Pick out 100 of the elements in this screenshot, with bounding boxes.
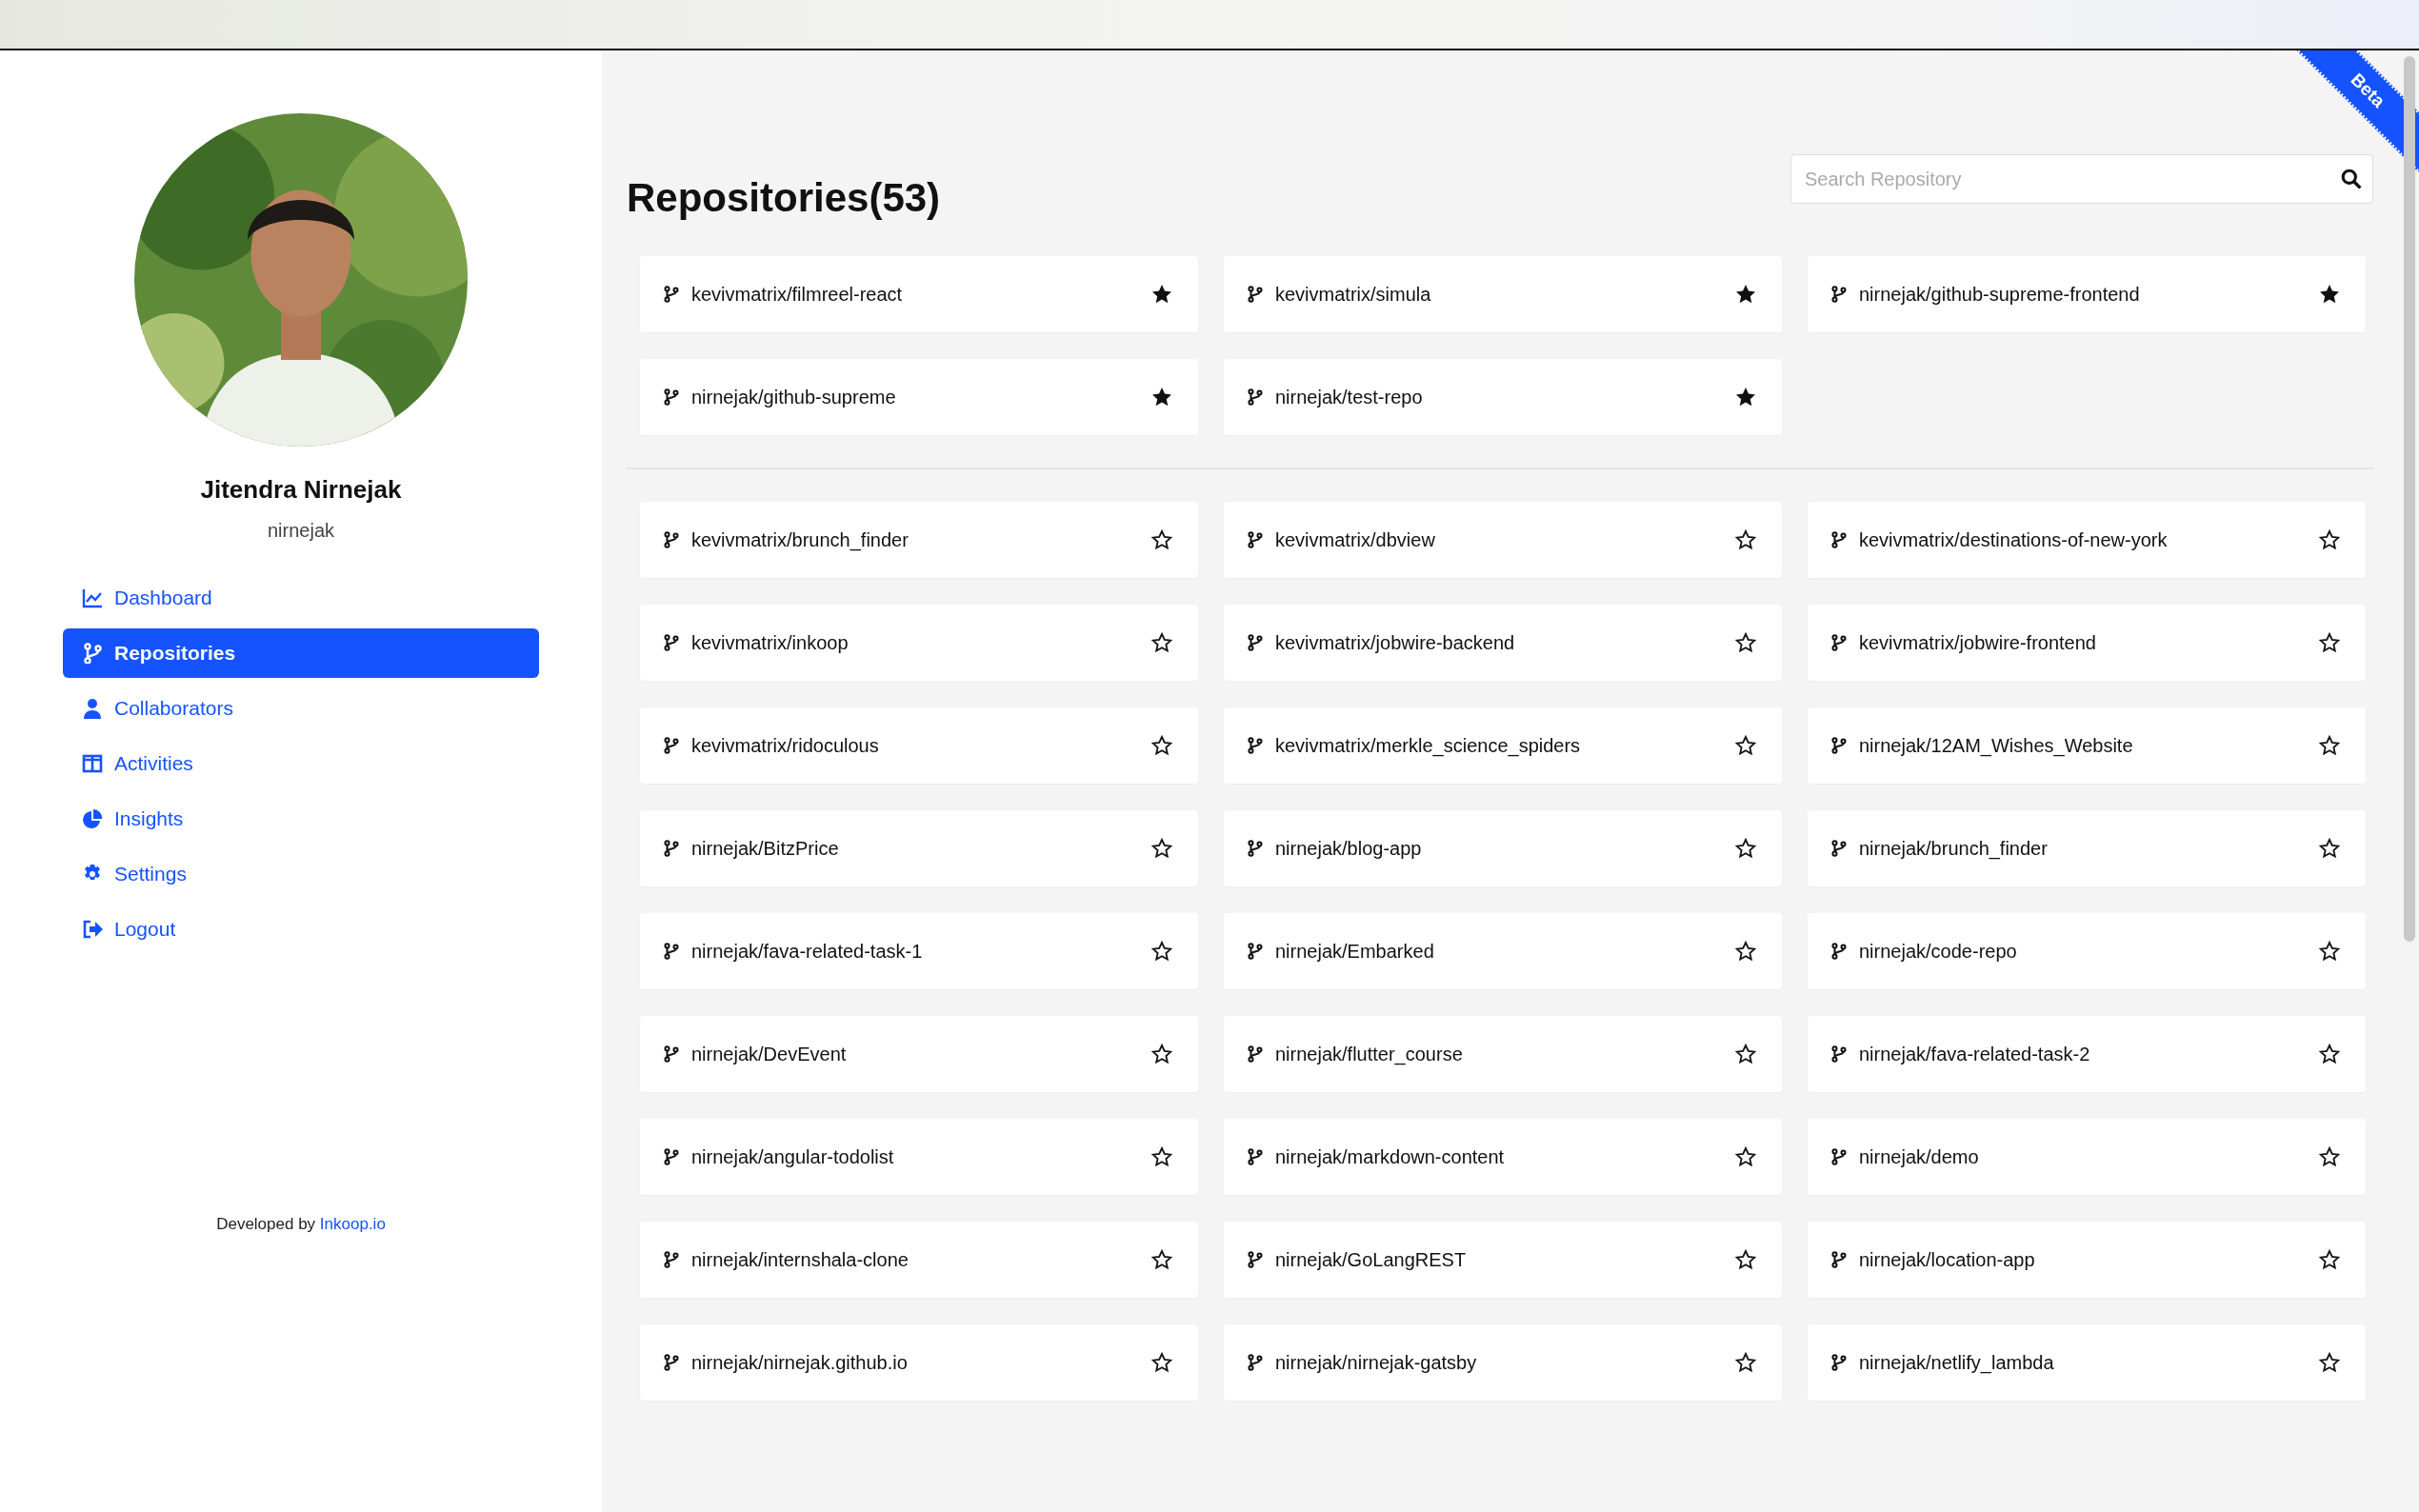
repo-card[interactable]: nirnejak/internshala-clone [640,1222,1198,1299]
repo-card[interactable]: nirnejak/test-repo [1224,359,1782,436]
repo-card[interactable]: nirnejak/BitzPrice [640,810,1198,887]
repo-name: nirnejak/nirnejak.github.io [691,1351,909,1376]
repo-name: kevivmatrix/simula [1275,283,1432,308]
repo-card[interactable]: nirnejak/github-supreme-frontend [1808,256,2366,333]
repo-name: nirnejak/Embarked [1275,940,1435,965]
branch-icon [82,643,103,664]
columns-icon [82,753,103,774]
star-outline-icon[interactable] [2318,734,2341,758]
star-outline-icon[interactable] [2318,1043,2341,1066]
repo-name: nirnejak/demo [1859,1145,1980,1170]
search-field[interactable]: Search Repository [1790,154,2373,205]
branch-icon [1830,1045,1848,1064]
star-outline-icon[interactable] [2318,1248,2341,1272]
repo-card[interactable]: nirnejak/demo [1808,1119,2366,1196]
logout-icon [82,919,103,940]
star-outline-icon[interactable] [1150,940,1173,964]
star-outline-icon[interactable] [1150,1145,1173,1169]
star-outline-icon[interactable] [2318,528,2341,552]
repo-card[interactable]: nirnejak/location-app [1808,1222,2366,1299]
branch-icon [1247,634,1264,652]
credit-text: Developed by Inkoop.io [216,1213,386,1235]
branch-icon [1830,943,1848,961]
repo-card[interactable]: nirnejak/github-supreme [640,359,1198,436]
repo-card[interactable]: nirnejak/GoLangREST [1224,1222,1782,1299]
repo-card[interactable]: kevivmatrix/merkle_science_spiders [1224,707,1782,785]
repo-name: nirnejak/flutter_course [1275,1043,1464,1067]
star-outline-icon[interactable] [1150,1248,1173,1272]
repo-card[interactable]: nirnejak/nirnejak-gatsby [1224,1324,1782,1402]
repo-card[interactable]: nirnejak/12AM_Wishes_Website [1808,707,2366,785]
repo-card[interactable]: nirnejak/brunch_finder [1808,810,2366,887]
repo-name: nirnejak/blog-app [1275,837,1423,862]
branch-icon [663,531,680,549]
repo-name: nirnejak/fava-related-task-1 [691,940,924,965]
search-icon[interactable] [2341,169,2362,190]
repo-card[interactable]: nirnejak/netlify_lambda [1808,1324,2366,1402]
star-outline-icon[interactable] [2318,940,2341,964]
branch-icon [1830,634,1848,652]
repo-card[interactable]: kevivmatrix/brunch_finder [640,502,1198,579]
repo-card[interactable]: nirnejak/nirnejak.github.io [640,1324,1198,1402]
star-outline-icon[interactable] [1734,1351,1757,1375]
repo-card[interactable]: nirnejak/fava-related-task-1 [640,913,1198,990]
star-outline-icon[interactable] [1150,631,1173,655]
repo-card[interactable]: nirnejak/blog-app [1224,810,1782,887]
branch-icon [1247,286,1264,304]
star-outline-icon[interactable] [1150,528,1173,552]
credit-link[interactable]: Inkoop.io [319,1214,386,1233]
repo-card[interactable]: kevivmatrix/destinations-of-new-york [1808,502,2366,579]
page-title: Repositories(53) [627,174,941,222]
repo-card[interactable]: kevivmatrix/jobwire-frontend [1808,605,2366,682]
repo-card[interactable]: kevivmatrix/dbview [1224,502,1782,579]
repo-card[interactable]: nirnejak/Embarked [1224,913,1782,990]
nav-item[interactable]: Dashboard [63,573,539,623]
repo-card[interactable]: kevivmatrix/ridoculous [640,707,1198,785]
star-outline-icon[interactable] [2318,1145,2341,1169]
nav-item[interactable]: Activities [63,739,539,788]
branch-icon [663,1148,680,1166]
repo-card[interactable]: kevivmatrix/jobwire-backend [1224,605,1782,682]
star-outline-icon[interactable] [1734,1043,1757,1066]
star-outline-icon[interactable] [2318,631,2341,655]
star-outline-icon[interactable] [1734,528,1757,552]
star-outline-icon[interactable] [2318,1351,2341,1375]
repo-card[interactable]: kevivmatrix/simula [1224,256,1782,333]
branch-icon [1247,531,1264,549]
star-outline-icon[interactable] [2318,837,2341,861]
star-outline-icon[interactable] [1734,1145,1757,1169]
nav-item[interactable]: Insights [63,794,539,844]
star-outline-icon[interactable] [1734,734,1757,758]
nav-item[interactable]: Repositories [63,628,539,678]
repo-card[interactable]: nirnejak/angular-todolist [640,1119,1198,1196]
star-outline-icon[interactable] [1150,734,1173,758]
repo-card[interactable]: kevivmatrix/inkoop [640,605,1198,682]
star-outline-icon[interactable] [1150,837,1173,861]
branch-icon [1247,1251,1264,1269]
repo-card[interactable]: nirnejak/code-repo [1808,913,2366,990]
star-outline-icon[interactable] [1734,631,1757,655]
nav-item[interactable]: Collaborators [63,684,539,733]
star-outline-icon[interactable] [1734,837,1757,861]
repo-card[interactable]: nirnejak/markdown-content [1224,1119,1782,1196]
star-outline-icon[interactable] [1150,1043,1173,1066]
branch-icon [1247,388,1264,407]
branch-icon [663,634,680,652]
repo-card[interactable]: kevivmatrix/filmreel-react [640,256,1198,333]
repo-card[interactable]: nirnejak/fava-related-task-2 [1808,1016,2366,1093]
nav-item[interactable]: Logout [63,905,539,954]
star-outline-icon[interactable] [1734,940,1757,964]
repo-card[interactable]: nirnejak/flutter_course [1224,1016,1782,1093]
repo-name: nirnejak/test-repo [1275,386,1424,410]
username: nirnejak [267,519,334,543]
branch-icon [1247,840,1264,858]
repo-name: kevivmatrix/inkoop [691,631,850,656]
repo-name: kevivmatrix/filmreel-react [691,283,904,308]
repo-name: nirnejak/nirnejak-gatsby [1275,1351,1478,1376]
repo-name: nirnejak/12AM_Wishes_Website [1859,734,2134,759]
star-outline-icon[interactable] [1150,1351,1173,1375]
nav-item[interactable]: Settings [63,849,539,899]
star-outline-icon[interactable] [1734,1248,1757,1272]
scrollbar[interactable] [2404,56,2415,942]
repo-card[interactable]: nirnejak/DevEvent [640,1016,1198,1093]
